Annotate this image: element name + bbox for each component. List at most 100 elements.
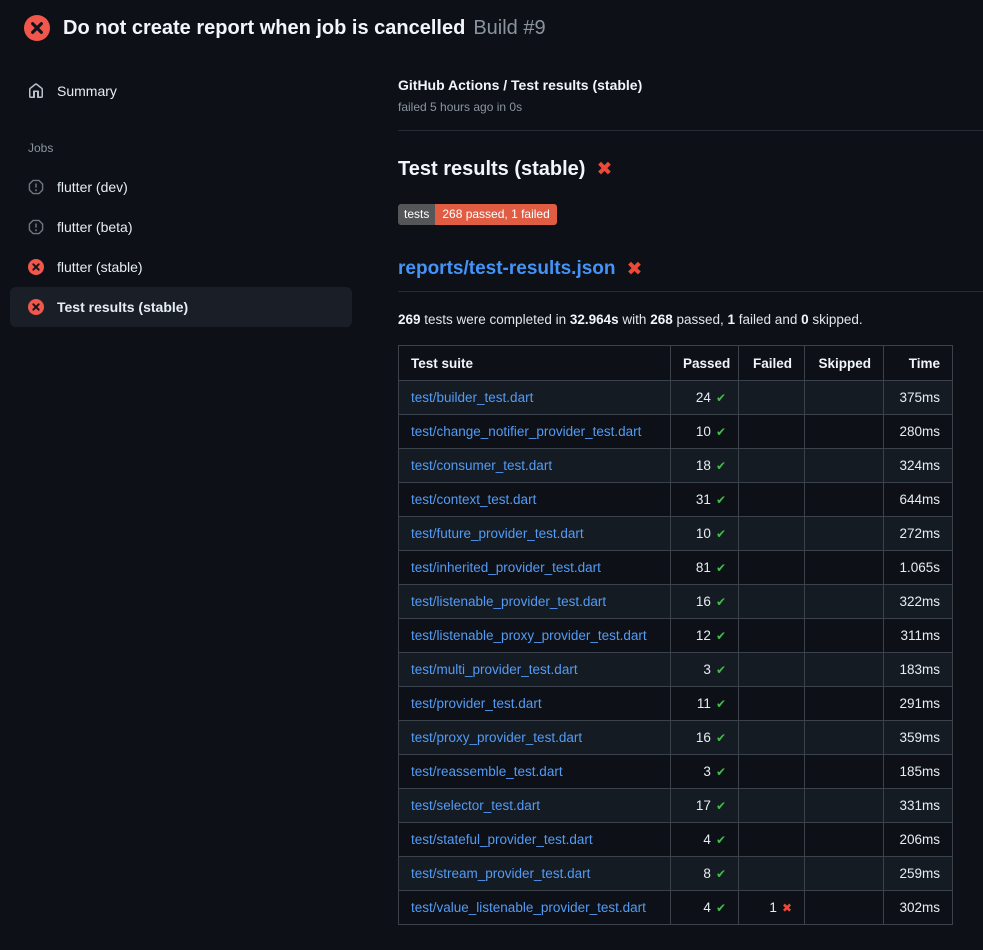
test-suite-cell: test/provider_test.dart	[399, 687, 671, 721]
test-suite-link[interactable]: test/reassemble_test.dart	[411, 764, 563, 779]
home-icon	[28, 83, 44, 99]
failed-cell	[739, 585, 805, 619]
check-icon: ✔	[716, 697, 726, 711]
skipped-cell	[805, 381, 884, 415]
test-summary-line: 269 tests were completed in 32.964s with…	[398, 312, 983, 327]
test-suite-link[interactable]: test/value_listenable_provider_test.dart	[411, 900, 646, 915]
check-icon: ✔	[716, 901, 726, 915]
passed-cell: 81✔	[671, 551, 739, 585]
failed-cell	[739, 857, 805, 891]
passed-cell: 8✔	[671, 857, 739, 891]
test-suite-link[interactable]: test/provider_test.dart	[411, 696, 542, 711]
time-cell: 259ms	[884, 857, 953, 891]
passed-cell: 16✔	[671, 585, 739, 619]
time-cell: 272ms	[884, 517, 953, 551]
table-row: test/listenable_proxy_provider_test.dart…	[399, 619, 953, 653]
test-suite-cell: test/proxy_provider_test.dart	[399, 721, 671, 755]
passed-cell: 3✔	[671, 755, 739, 789]
section-divider	[398, 130, 983, 131]
test-suite-link[interactable]: test/multi_provider_test.dart	[411, 662, 578, 677]
test-suite-link[interactable]: test/change_notifier_provider_test.dart	[411, 424, 641, 439]
test-suite-cell: test/stream_provider_test.dart	[399, 857, 671, 891]
time-cell: 324ms	[884, 449, 953, 483]
summary-text: passed,	[673, 312, 728, 327]
failed-cell	[739, 381, 805, 415]
failed-icon	[28, 299, 44, 315]
passed-cell: 4✔	[671, 823, 739, 857]
time-cell: 291ms	[884, 687, 953, 721]
passed-cell: 18✔	[671, 449, 739, 483]
sidebar-item-flutter-beta-[interactable]: flutter (beta)	[10, 207, 352, 247]
test-suite-cell: test/reassemble_test.dart	[399, 755, 671, 789]
failed-cell	[739, 789, 805, 823]
test-suite-link[interactable]: test/inherited_provider_test.dart	[411, 560, 601, 575]
test-suite-link[interactable]: test/stream_provider_test.dart	[411, 866, 590, 881]
table-row: test/proxy_provider_test.dart16✔359ms	[399, 721, 953, 755]
summary-duration: 32.964s	[570, 312, 619, 327]
failed-cell	[739, 415, 805, 449]
job-results-page: Do not create report when job is cancell…	[0, 0, 983, 950]
section-title: Test results (stable) ✖	[398, 158, 983, 181]
skipped-cell	[805, 823, 884, 857]
table-row: test/stateful_provider_test.dart4✔206ms	[399, 823, 953, 857]
test-suite-cell: test/future_provider_test.dart	[399, 517, 671, 551]
summary-failed: 1	[728, 312, 736, 327]
test-suite-link[interactable]: test/future_provider_test.dart	[411, 526, 584, 541]
time-cell: 1.065s	[884, 551, 953, 585]
test-suite-cell: test/listenable_proxy_provider_test.dart	[399, 619, 671, 653]
passed-cell: 17✔	[671, 789, 739, 823]
time-cell: 359ms	[884, 721, 953, 755]
test-suite-link[interactable]: test/listenable_provider_test.dart	[411, 594, 606, 609]
failed-cell	[739, 517, 805, 551]
sidebar-item-flutter-stable-[interactable]: flutter (stable)	[10, 247, 352, 287]
test-results-table: Test suite Passed Failed Skipped Time te…	[398, 345, 953, 925]
breadcrumb: GitHub Actions / Test results (stable)	[398, 77, 983, 93]
sidebar-item-label: flutter (stable)	[57, 259, 143, 275]
test-suite-link[interactable]: test/stateful_provider_test.dart	[411, 832, 593, 847]
table-row: test/stream_provider_test.dart 8✔ 259ms	[399, 857, 953, 891]
table-header-row: Test suite Passed Failed Skipped Time	[399, 346, 953, 381]
page-title: Do not create report when job is cancell…	[63, 17, 465, 40]
failed-cell	[739, 755, 805, 789]
badge-label: tests	[398, 204, 435, 225]
test-suite-cell: test/builder_test.dart	[399, 381, 671, 415]
jobs-heading: Jobs	[0, 141, 390, 155]
time-cell: 302ms	[884, 891, 953, 925]
page-header: Do not create report when job is cancell…	[0, 0, 983, 55]
time-cell: 185ms	[884, 755, 953, 789]
skipped-cell	[805, 449, 884, 483]
time-cell: 331ms	[884, 789, 953, 823]
summary-passed: 268	[650, 312, 673, 327]
skipped-cell	[805, 653, 884, 687]
time-cell: 311ms	[884, 619, 953, 653]
col-header-failed: Failed	[739, 346, 805, 381]
test-suite-cell: test/listenable_provider_test.dart	[399, 585, 671, 619]
table-row: test/reassemble_test.dart 3✔ 185ms	[399, 755, 953, 789]
failed-cell	[739, 619, 805, 653]
table-row: test/provider_test.dart11✔291ms	[399, 687, 953, 721]
test-suite-link[interactable]: test/consumer_test.dart	[411, 458, 552, 473]
skipped-cell	[805, 857, 884, 891]
test-suite-link[interactable]: test/proxy_provider_test.dart	[411, 730, 582, 745]
summary-skipped: 0	[801, 312, 809, 327]
sidebar-item-test-results-stable-[interactable]: Test results (stable)	[10, 287, 352, 327]
table-row: test/consumer_test.dart 18✔ 324ms	[399, 449, 953, 483]
test-suite-link[interactable]: test/context_test.dart	[411, 492, 536, 507]
test-suite-link[interactable]: test/selector_test.dart	[411, 798, 540, 813]
summary-text: with	[619, 312, 651, 327]
failed-icon	[28, 259, 44, 275]
report-failed-x-icon: ✖	[627, 260, 643, 279]
failed-cell	[739, 687, 805, 721]
table-row: test/builder_test.dart24✔375ms	[399, 381, 953, 415]
test-suite-cell: test/consumer_test.dart	[399, 449, 671, 483]
sidebar-item-summary[interactable]: Summary	[10, 71, 352, 111]
sidebar: Summary Jobs flutter (dev) flutter (beta…	[0, 55, 390, 327]
report-file-link[interactable]: reports/test-results.json	[398, 258, 616, 280]
sidebar-item-flutter-dev-[interactable]: flutter (dev)	[10, 167, 352, 207]
check-icon: ✔	[716, 731, 726, 745]
passed-cell: 3✔	[671, 653, 739, 687]
cancelled-icon	[28, 179, 44, 195]
test-suite-link[interactable]: test/listenable_proxy_provider_test.dart	[411, 628, 647, 643]
test-suite-link[interactable]: test/builder_test.dart	[411, 390, 533, 405]
time-cell: 375ms	[884, 381, 953, 415]
